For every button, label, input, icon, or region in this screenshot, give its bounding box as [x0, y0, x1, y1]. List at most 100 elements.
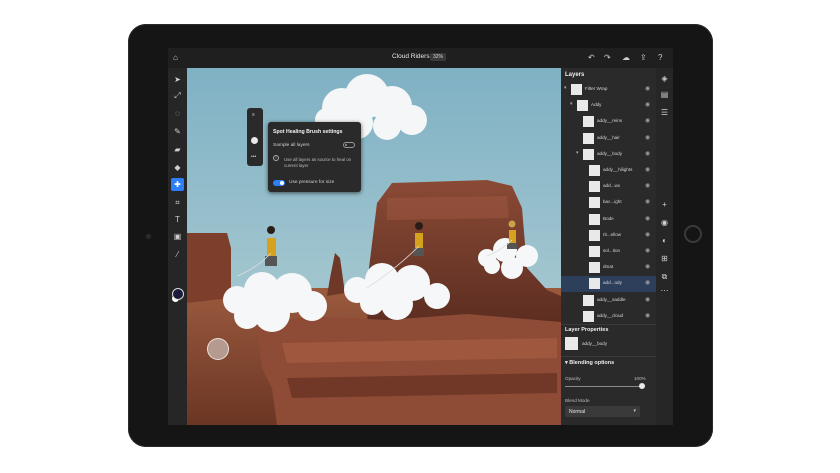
brush-settings-icon[interactable]: ≡: [252, 112, 255, 118]
layer-row[interactable]: add...ody ◉: [561, 276, 656, 293]
divider: [561, 324, 656, 325]
eye-icon[interactable]: ◉: [645, 263, 650, 270]
layer-name: sol...tion: [603, 248, 621, 253]
type-icon[interactable]: T: [171, 213, 184, 226]
layer-row[interactable]: addy__hilights ◉: [561, 163, 656, 179]
layer-name: add...ody: [603, 280, 622, 286]
layer-row[interactable]: dmat ◉: [561, 260, 656, 276]
brush-size-dot[interactable]: [251, 137, 258, 144]
share-icon[interactable]: ⇪: [640, 52, 647, 64]
opacity-slider-knob[interactable]: [639, 383, 645, 389]
layer-row[interactable]: rit...ellow ◉: [561, 228, 656, 244]
chevron-down-icon[interactable]: ▾: [564, 85, 567, 91]
layer-row[interactable]: addy__reins ◉: [561, 114, 656, 130]
brush-icon[interactable]: ✎: [171, 125, 184, 138]
eye-icon[interactable]: ◉: [645, 182, 650, 189]
eye-icon[interactable]: ◉: [645, 247, 650, 254]
brush-more-icon[interactable]: •••: [251, 154, 256, 160]
divider: [561, 356, 656, 357]
eye-icon[interactable]: ◉: [645, 312, 650, 319]
layer-name: addy__body: [597, 150, 623, 156]
layer-name: add...wx: [603, 183, 621, 189]
eye-icon[interactable]: ◉: [645, 101, 650, 108]
eyedropper-icon[interactable]: ⁄: [171, 248, 184, 261]
fx-icon[interactable]: ⊞: [658, 252, 671, 265]
document-title[interactable]: Cloud Riders: [392, 53, 430, 60]
layer-thumbnail: [589, 229, 600, 241]
layer-thumbnail: [583, 148, 594, 160]
canvas-artwork[interactable]: ≡ ••• Spot Healing Brush settings Sample…: [187, 68, 561, 425]
eye-icon[interactable]: ◉: [645, 134, 650, 141]
layer-thumbnail: [583, 294, 594, 306]
add-layer-icon[interactable]: +: [658, 198, 671, 211]
transform-icon[interactable]: ⤢: [171, 89, 184, 102]
layer-name: addy__saddle: [597, 296, 626, 302]
front-camera: [146, 234, 151, 239]
home-button[interactable]: [684, 225, 702, 243]
layer-thumbnail: [589, 278, 600, 290]
layer-thumbnail: [583, 116, 594, 128]
eye-icon[interactable]: ◉: [645, 198, 650, 205]
layer-name: dmat: [603, 264, 614, 270]
eye-icon[interactable]: ◉: [645, 296, 650, 303]
adjust-icon[interactable]: ☰: [658, 106, 671, 119]
tool-bar: ➤ ⤢ ◌ ✎ ▰ ◆ ✚ ⌗ T ▣ ⁄: [168, 68, 187, 425]
lasso-icon[interactable]: ◌: [171, 107, 184, 120]
layers-icon[interactable]: ◈: [658, 72, 671, 85]
layer-row[interactable]: sol...tion ◉: [561, 244, 656, 260]
layer-name: addy__reins: [597, 118, 623, 124]
select-icon[interactable]: ➤: [171, 73, 184, 86]
eye-icon[interactable]: ◉: [645, 150, 650, 157]
opacity-slider-track[interactable]: [565, 386, 642, 387]
eye-icon[interactable]: ◉: [645, 231, 650, 238]
sample-all-layers-toggle[interactable]: [343, 142, 355, 148]
chevron-down-icon: ▾: [633, 408, 636, 414]
layer-thumbnail: [589, 213, 600, 225]
blend-mode-select[interactable]: Normal ▾: [565, 406, 640, 417]
eraser-icon[interactable]: ▰: [171, 143, 184, 156]
layer-row[interactable]: addy__cloud ◉: [561, 309, 656, 325]
eye-icon[interactable]: ◉: [645, 166, 650, 173]
help-icon[interactable]: ?: [658, 52, 662, 64]
eye-icon[interactable]: ◉: [645, 279, 650, 286]
cloud-icon[interactable]: ☁: [622, 52, 630, 64]
layer-row[interactable]: bac...ight ◉: [561, 195, 656, 211]
brush-size-control[interactable]: ≡ •••: [247, 108, 263, 166]
opacity-value: 100%: [634, 376, 646, 381]
foreground-color-swatch[interactable]: [172, 288, 184, 300]
redo-icon[interactable]: ↷: [604, 52, 611, 64]
layer-row[interactable]: ▾ addy__body ◉: [561, 147, 656, 163]
pressure-toggle[interactable]: [273, 180, 285, 186]
more-icon[interactable]: ⋯: [658, 284, 671, 297]
sample-all-layers-label: Sample all layers: [273, 143, 310, 148]
undo-icon[interactable]: ↶: [588, 52, 595, 64]
layer-name: addy__hair: [597, 134, 620, 140]
layer-row[interactable]: add...wx ◉: [561, 179, 656, 195]
layer-row[interactable]: addy__hair ◉: [561, 131, 656, 147]
eye-icon[interactable]: ◉: [645, 117, 650, 124]
layers-panel: Layers ▾ Filter Wrap ◉ ▾ Addy ◉ addy__reins ◉ ad…: [561, 68, 656, 425]
layer-row[interactable]: ▾ Filter Wrap ◉: [561, 82, 656, 98]
layer-name: addy__cloud: [597, 312, 624, 318]
chevron-down-icon[interactable]: ▾: [576, 150, 579, 156]
image-icon[interactable]: ▣: [171, 230, 184, 243]
fill-icon[interactable]: ◆: [171, 161, 184, 174]
visibility-icon[interactable]: ◉: [658, 216, 671, 229]
layer-thumbnail: [583, 132, 594, 144]
layer-row[interactable]: ▾ Addy ◉: [561, 98, 656, 114]
eye-icon[interactable]: ◉: [645, 215, 650, 222]
layer-thumbnail: [589, 246, 600, 257]
link-icon[interactable]: ⧉: [658, 270, 671, 283]
layer-row[interactable]: addy__saddle ◉: [561, 293, 656, 309]
layer-stack-icon[interactable]: ▤: [658, 88, 671, 101]
layer-thumbnail: [583, 310, 594, 322]
healing-brush-icon[interactable]: ✚: [171, 178, 184, 191]
zoom-level[interactable]: 32%: [430, 53, 447, 61]
mask-icon[interactable]: ◐: [658, 234, 671, 247]
eye-icon[interactable]: ◉: [645, 85, 650, 92]
chevron-down-icon[interactable]: ▾: [570, 101, 573, 107]
home-icon[interactable]: ⌂: [173, 52, 178, 64]
layer-row[interactable]: Bode ◉: [561, 212, 656, 228]
crop-icon[interactable]: ⌗: [171, 196, 184, 209]
blending-options-title[interactable]: ▾ Blending options: [565, 360, 614, 366]
